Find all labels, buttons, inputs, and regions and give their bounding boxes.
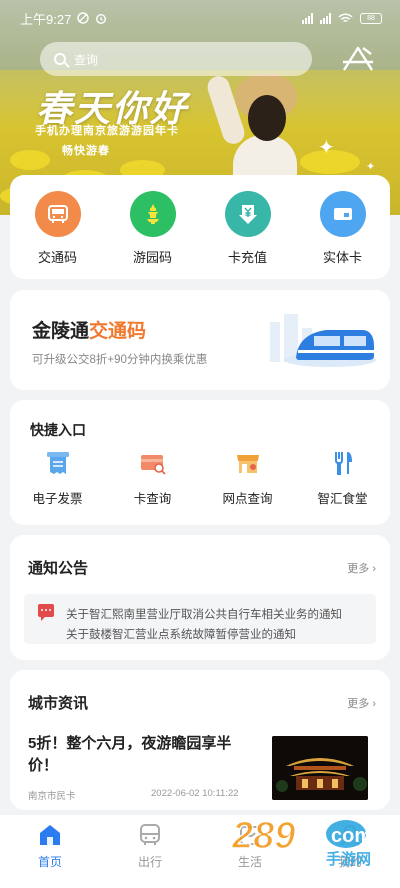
quick-action-label: 交通码 (37, 250, 77, 265)
sparkle-icon-small: ✦ (366, 161, 376, 173)
card-search-icon (138, 448, 168, 478)
shortcut-e-invoice[interactable]: 电子发票 (15, 448, 100, 507)
quick-actions-card: 交通码 游园码 卡充值 实体卡 (10, 175, 390, 279)
hero-subtitle-1: 手机办理南京旅游游园年卡 (35, 125, 179, 137)
tab-label: 首页 (37, 855, 62, 869)
quick-action-physical-card[interactable]: 实体卡 (303, 191, 383, 266)
sparkle-icon: ✦ (318, 137, 335, 159)
notice-item[interactable]: 关于智汇熙南里营业厅取消公共自行车相关业务的通知 (66, 606, 342, 622)
city-news-title: 城市资讯 (28, 695, 89, 712)
quick-action-park-code[interactable]: 游园码 (113, 191, 193, 266)
quick-action-transit-code[interactable]: 交通码 (18, 191, 98, 266)
wifi-icon (338, 12, 353, 22)
card-icon (319, 191, 366, 237)
quick-action-label: 实体卡 (322, 250, 362, 265)
invoice-icon (43, 448, 73, 478)
tower-icon (129, 191, 176, 237)
battery-icon: 88 (360, 12, 382, 24)
bus-icon (140, 824, 160, 845)
chevron-right-icon: › (372, 698, 376, 710)
notice-more-label: 更多 (347, 563, 370, 575)
shortcut-label: 网点查询 (222, 492, 273, 506)
news-date: 2022-06-02 10:11:22 (151, 788, 239, 799)
shortcut-canteen[interactable]: 智汇食堂 (300, 448, 385, 507)
transit-code-title-highlight: 交通码 (89, 321, 147, 342)
status-bar: 上午9:27 88 (0, 0, 400, 36)
quick-action-label: 卡充值 (227, 250, 267, 265)
news-source: 南京市民卡 (28, 791, 76, 802)
shortcuts-card: 快捷入口 电子发票 卡查询 网点查询 智汇食堂 (10, 400, 390, 525)
news-headline[interactable]: 5折！整个六月，夜游瞻园享半价！ (28, 733, 238, 777)
city-news-more-link[interactable]: 更多 › (347, 695, 376, 711)
svg-text:手游网: 手游网 (326, 850, 371, 868)
transit-code-banner[interactable]: 金陵通交通码 可升级公交8折+90分钟内换乘优惠 (10, 290, 390, 390)
tab-label: 出行 (137, 855, 162, 869)
scan-icon[interactable] (341, 44, 375, 74)
transit-code-subtitle: 可升级公交8折+90分钟内换乘优惠 (32, 354, 208, 366)
chevron-right-icon: › (372, 563, 376, 575)
home-icon (40, 825, 60, 845)
shortcut-label: 智汇食堂 (317, 492, 368, 506)
notice-more-link[interactable]: 更多 › (347, 560, 376, 576)
news-thumbnail[interactable] (272, 736, 368, 800)
quick-action-label: 游园码 (132, 250, 172, 265)
watermark-logo: 289 com 手游网 (228, 808, 398, 868)
notice-item[interactable]: 关于鼓楼智汇营业点系统故障暂停营业的通知 (66, 626, 296, 642)
notice-title: 通知公告 (28, 560, 89, 577)
tab-home[interactable]: 首页 (0, 815, 100, 888)
train-illustration-icon (270, 314, 376, 367)
shortcut-outlet-query[interactable]: 网点查询 (205, 448, 290, 507)
signal-icon-2 (320, 12, 331, 24)
store-location-icon (233, 448, 263, 478)
shortcuts-title: 快捷入口 (30, 422, 86, 438)
message-icon (38, 604, 54, 621)
status-time: 上午9:27 (20, 11, 72, 27)
city-news-card: 城市资讯 更多 › 5折！整个六月，夜游瞻园享半价！ 南京市民卡 2022-06… (10, 670, 390, 810)
tab-travel[interactable]: 出行 (100, 815, 200, 888)
transit-code-title: 金陵通交通码 (32, 316, 146, 343)
search-icon (54, 53, 66, 65)
svg-text:com: com (331, 825, 372, 847)
svg-text:289: 289 (231, 815, 295, 857)
notice-scroller[interactable]: 关于智汇熙南里营业厅取消公共自行车相关业务的通知 关于鼓楼智汇营业点系统故障暂停… (24, 594, 376, 644)
city-news-more-label: 更多 (347, 698, 370, 710)
yuan-download-icon (224, 191, 271, 237)
shortcut-label: 电子发票 (32, 492, 83, 506)
no-disturb-icon (77, 12, 90, 24)
fork-knife-icon (328, 448, 358, 478)
transit-code-title-prefix: 金陵通 (32, 321, 90, 342)
notice-card: 通知公告 更多 › 关于智汇熙南里营业厅取消公共自行车相关业务的通知 关于鼓楼智… (10, 535, 390, 660)
search-placeholder: 查询 (74, 52, 99, 67)
shortcut-card-query[interactable]: 卡查询 (110, 448, 195, 507)
hero-subtitle-2: 畅快游春 (62, 145, 110, 157)
signal-icon (302, 12, 313, 24)
alarm-icon (96, 14, 107, 24)
shortcut-label: 卡查询 (133, 492, 172, 506)
search-bar[interactable]: 查询 (40, 42, 312, 76)
quick-action-card-recharge[interactable]: 卡充值 (208, 191, 288, 266)
bus-card-icon (34, 191, 81, 237)
